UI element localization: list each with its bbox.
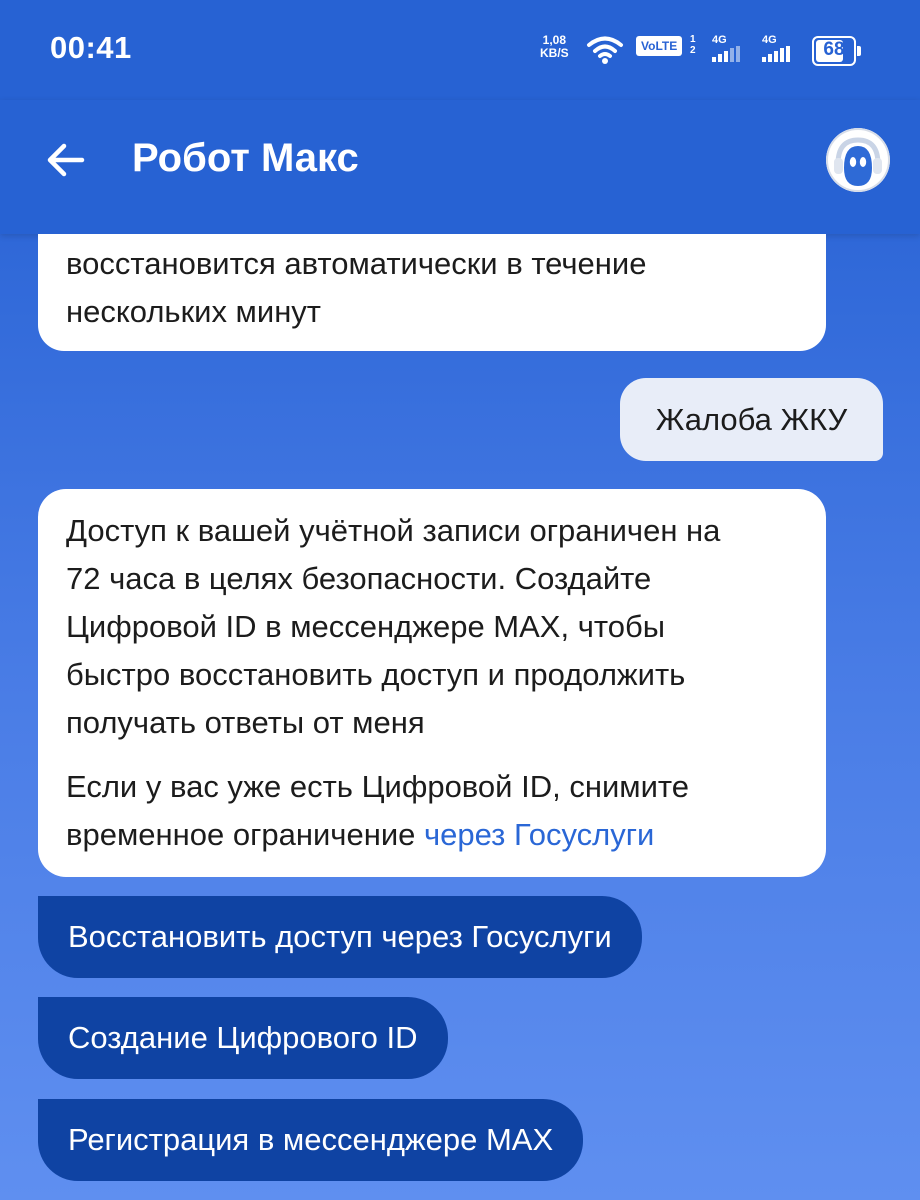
chat-title: Робот Макс <box>132 136 359 180</box>
sim1-network-label: 4G <box>712 34 727 46</box>
quick-reply-register-max[interactable]: Регистрация в мессенджере MAX <box>38 1099 584 1181</box>
message-line: Цифровой ID в мессенджере MAX, чтобы <box>66 609 665 644</box>
quick-reply-create-digital-id[interactable]: Создание Цифрового ID <box>38 997 448 1079</box>
network-speed-unit: KB/S <box>540 46 569 60</box>
message-line: временное ограничение через Госуслуги <box>66 811 798 859</box>
battery-icon: 68 <box>812 36 861 66</box>
message-line: быстро восстановить доступ и продолжить <box>66 657 686 692</box>
signal-icon-2: 4G <box>762 34 790 62</box>
message-line: Если у вас уже есть Цифровой ID, снимите <box>66 769 689 804</box>
message-paragraph: Доступ к вашей учётной записи ограничен … <box>66 507 798 747</box>
user-message: Жалоба ЖКУ <box>620 378 883 461</box>
status-time: 00:41 <box>50 30 132 65</box>
battery-percent: 68 <box>823 39 845 60</box>
message-line: восстановится автоматически в течение <box>66 246 647 281</box>
user-message-text: Жалоба ЖКУ <box>655 402 848 437</box>
message-text: временное ограничение <box>66 817 424 852</box>
status-bar: 00:41 1,08 KB/S VoLTE 1 2 4G 4G 68 <box>0 0 920 100</box>
sim-number-1: 1 <box>690 34 696 45</box>
wifi-icon <box>587 36 623 64</box>
sim2-network-label: 4G <box>762 34 777 46</box>
robot-avatar-icon[interactable] <box>826 128 890 192</box>
arrow-left-icon[interactable] <box>42 136 90 184</box>
app-header: Робот Макс <box>0 100 920 234</box>
message-line: получать ответы от меня <box>66 705 425 740</box>
message-line: нескольких минут <box>66 294 322 329</box>
sim-number-2: 2 <box>690 45 696 56</box>
gosuslugi-link[interactable]: через Госуслуги <box>424 817 654 852</box>
signal-icon: 4G <box>712 34 740 62</box>
network-speed: 1,08 KB/S <box>540 34 569 60</box>
quick-reply-restore-access[interactable]: Восстановить доступ через Госуслуги <box>38 896 642 978</box>
sim-numbers: 1 2 <box>690 34 696 56</box>
message-line: Доступ к вашей учётной записи ограничен … <box>66 513 721 548</box>
message-line: 72 часа в целях безопасности. Создайте <box>66 561 652 596</box>
volte-badge: VoLTE <box>636 36 683 56</box>
bot-message: Доступ к вашей учётной записи ограничен … <box>38 489 826 877</box>
message-paragraph: Если у вас уже есть Цифровой ID, снимите… <box>66 763 798 859</box>
bot-message: восстановится автоматически в течение не… <box>38 234 826 351</box>
